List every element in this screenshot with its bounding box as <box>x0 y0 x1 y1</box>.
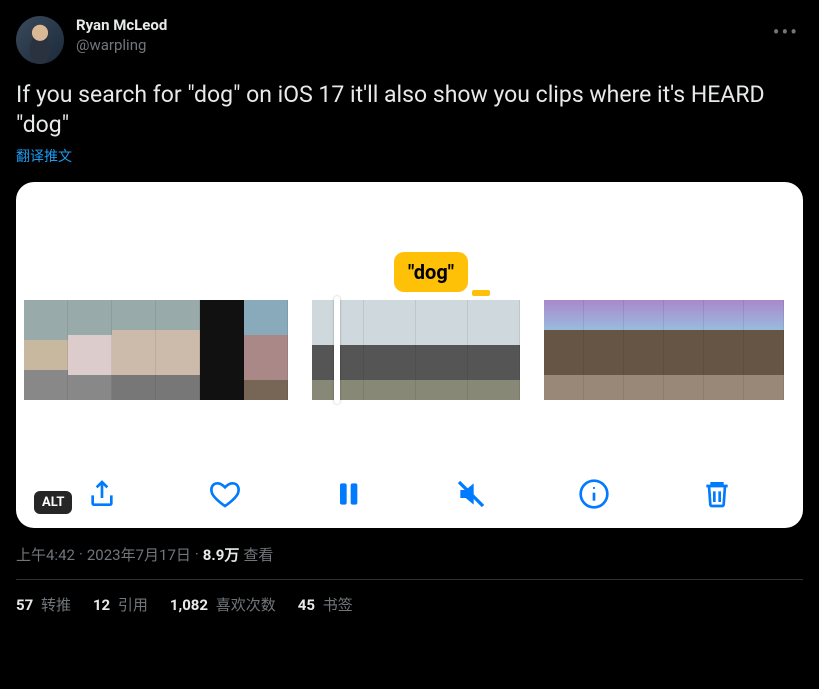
timeline-frame <box>156 300 200 400</box>
clip-group[interactable] <box>24 300 288 400</box>
timeline-frame <box>664 300 704 400</box>
tweet-header: Ryan McLeod @warpling ••• <box>16 16 803 64</box>
video-timeline[interactable] <box>16 300 803 400</box>
quotes-stat[interactable]: 12 引用 <box>93 594 148 615</box>
likes-stat[interactable]: 1,082 喜欢次数 <box>170 594 276 615</box>
timeline-frame <box>68 300 112 400</box>
stat-label: 喜欢次数 <box>212 596 276 614</box>
media-toolbar <box>16 476 803 512</box>
tweet-text: If you search for "dog" on iOS 17 it'll … <box>16 80 803 140</box>
views-count: 8.9万 <box>203 544 240 565</box>
clip-group[interactable] <box>544 300 784 400</box>
media-attachment[interactable]: "dog" <box>16 182 803 528</box>
retweets-stat[interactable]: 57 转推 <box>16 594 71 615</box>
dot: · <box>195 545 199 563</box>
timeline-frame <box>544 300 584 400</box>
timeline-frame <box>744 300 784 400</box>
pause-icon[interactable] <box>330 476 366 512</box>
handle: @warpling <box>76 36 167 56</box>
alt-badge[interactable]: ALT <box>34 491 72 514</box>
more-icon[interactable]: ••• <box>769 16 803 48</box>
timeline-frame <box>416 300 468 400</box>
stat-label: 引用 <box>114 596 148 614</box>
timeline-frame <box>704 300 744 400</box>
stat-label: 书签 <box>319 596 353 614</box>
author-block[interactable]: Ryan McLeod @warpling <box>76 16 167 55</box>
mute-icon[interactable] <box>453 476 489 512</box>
tweet-meta: 上午4:42 · 2023年7月17日 · 8.9万 查看 <box>16 544 803 565</box>
heart-icon[interactable] <box>207 476 243 512</box>
timeline-frame <box>624 300 664 400</box>
tweet-stats: 57 转推 12 引用 1,082 喜欢次数 45 书签 <box>16 594 803 615</box>
playhead[interactable] <box>334 296 340 404</box>
translate-link[interactable]: 翻译推文 <box>16 146 72 166</box>
tooltip-tick <box>472 290 490 296</box>
trash-icon[interactable] <box>699 476 735 512</box>
display-name: Ryan McLeod <box>76 16 167 36</box>
tweet-container: Ryan McLeod @warpling ••• If you search … <box>16 16 803 615</box>
info-icon[interactable] <box>576 476 612 512</box>
divider <box>16 579 803 580</box>
bookmarks-stat[interactable]: 45 书签 <box>298 594 353 615</box>
stat-count: 1,082 <box>170 596 208 614</box>
timeline-frame <box>584 300 624 400</box>
stat-count: 45 <box>298 596 315 614</box>
tweet-date[interactable]: 2023年7月17日 <box>87 544 191 565</box>
stat-count: 12 <box>93 596 110 614</box>
timeline-frame <box>24 300 68 400</box>
stat-count: 57 <box>16 596 33 614</box>
timeline-frame <box>244 300 288 400</box>
timeline-frame <box>468 300 520 400</box>
timeline-frame <box>112 300 156 400</box>
views-label: 查看 <box>243 544 273 565</box>
avatar[interactable] <box>16 16 64 64</box>
search-tooltip: "dog" <box>394 252 468 292</box>
share-icon[interactable] <box>84 476 120 512</box>
tweet-time[interactable]: 上午4:42 <box>16 544 75 565</box>
dot: · <box>79 545 83 563</box>
timeline-frame <box>200 300 244 400</box>
timeline-frame <box>364 300 416 400</box>
clip-group[interactable] <box>312 300 520 400</box>
stat-label: 转推 <box>37 596 71 614</box>
